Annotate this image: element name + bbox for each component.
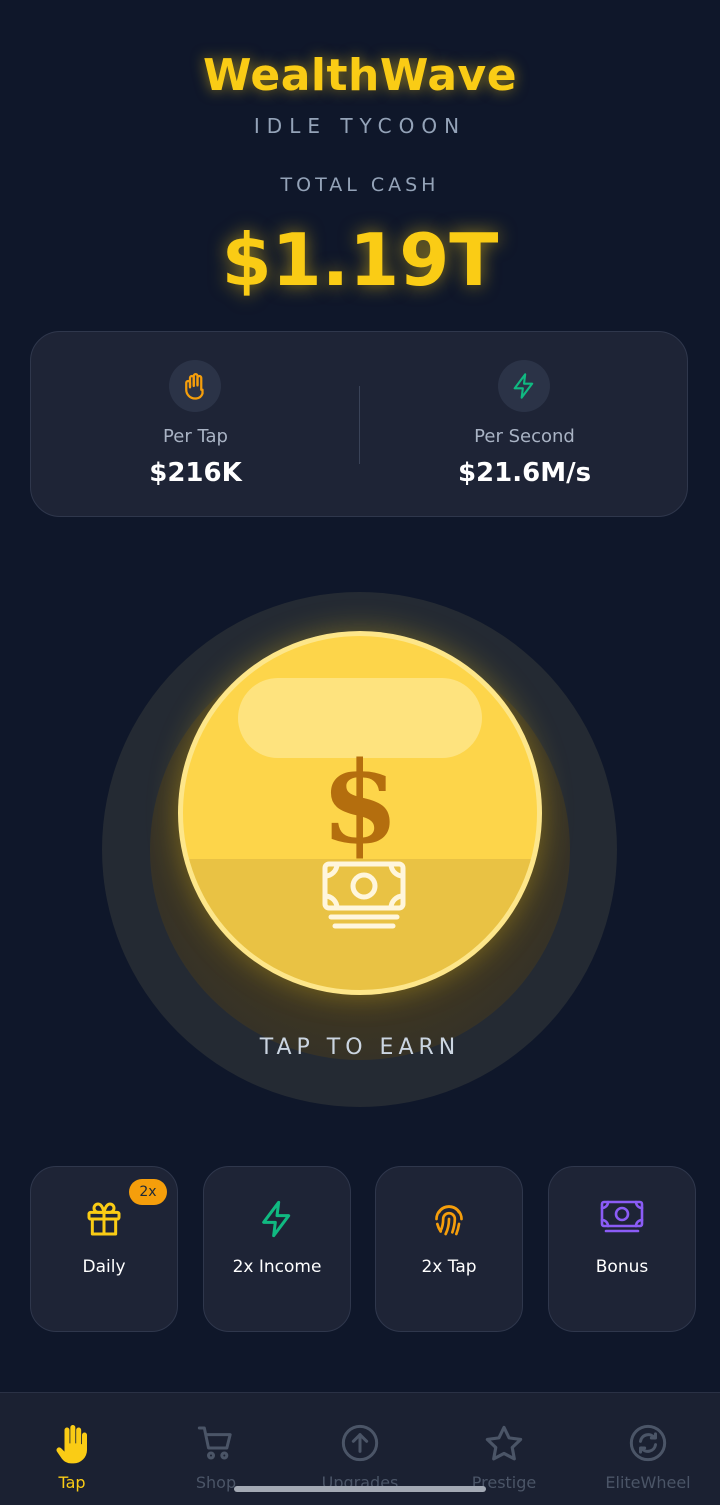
double-tap-button[interactable]: 2x Tap <box>375 1166 523 1332</box>
per-tap-stat: Per Tap $216K <box>31 332 360 518</box>
double-tap-label: 2x Tap <box>421 1257 477 1277</box>
lightning-icon <box>204 1199 350 1239</box>
app-screen: WealthWave IDLE TYCOON TOTAL CASH $1.19T… <box>0 0 720 1505</box>
app-subtitle: IDLE TYCOON <box>253 114 467 138</box>
per-second-value: $21.6M/s <box>457 458 592 488</box>
fingerprint-icon <box>376 1199 522 1239</box>
home-indicator[interactable] <box>234 1486 486 1492</box>
cash-icon <box>549 1199 695 1239</box>
daily-label: Daily <box>82 1257 126 1277</box>
total-cash-value: $1.19T <box>221 218 499 302</box>
per-tap-label: Per Tap <box>163 426 228 447</box>
nav-label-tap: Tap <box>58 1473 86 1492</box>
daily-button[interactable]: 2x Daily <box>30 1166 178 1332</box>
cash-stack-icon <box>321 860 407 934</box>
nav-tab-tap[interactable]: Tap <box>0 1393 144 1505</box>
refresh-circle-icon <box>576 1423 720 1463</box>
double-income-button[interactable]: 2x Income <box>203 1166 351 1332</box>
bonus-button[interactable]: Bonus <box>548 1166 696 1332</box>
arrow-up-circle-icon <box>288 1423 432 1463</box>
gift-icon <box>31 1199 177 1239</box>
double-income-label: 2x Income <box>232 1257 322 1277</box>
cart-icon <box>144 1423 288 1463</box>
tap-to-earn-label: TAP TO EARN <box>259 1035 461 1060</box>
dollar-sign-icon: $ <box>321 738 399 869</box>
hand-icon <box>0 1423 144 1467</box>
bonus-label: Bonus <box>595 1257 649 1277</box>
per-tap-value: $216K <box>149 458 242 488</box>
hand-icon <box>169 360 221 412</box>
tap-coin-button[interactable]: $ <box>178 631 542 995</box>
stats-card: Per Tap $216K Per Second $21.6M/s <box>30 331 688 517</box>
star-icon <box>432 1423 576 1465</box>
lightning-icon <box>498 360 550 412</box>
nav-tab-elitewheel[interactable]: EliteWheel <box>576 1393 720 1505</box>
per-second-label: Per Second <box>474 426 575 447</box>
nav-label-elitewheel: EliteWheel <box>605 1473 691 1492</box>
per-second-stat: Per Second $21.6M/s <box>360 332 689 518</box>
app-title: WealthWave <box>202 50 518 101</box>
total-cash-label: TOTAL CASH <box>280 174 440 196</box>
